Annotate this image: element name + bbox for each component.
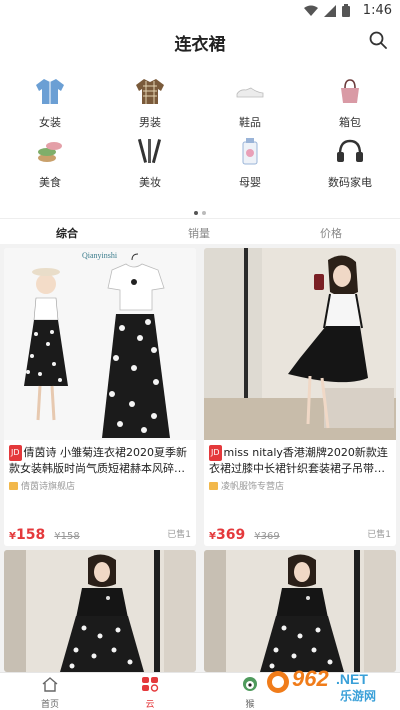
- site-watermark: 962 .NET 乐游网: [264, 660, 396, 704]
- wifi-icon: [304, 5, 318, 16]
- category-grid: 女装 男装 鞋品 箱包 美食 美妆 母婴 数码家电: [0, 58, 400, 218]
- category-food[interactable]: 美食: [0, 136, 100, 194]
- currency-symbol: ¥: [9, 531, 16, 542]
- category-bags[interactable]: 箱包: [300, 76, 400, 134]
- shop-icon: [9, 482, 18, 490]
- status-bar: 1:46: [0, 0, 400, 22]
- category-shoes[interactable]: 鞋品: [200, 76, 300, 134]
- watermark-number: 962: [292, 666, 329, 691]
- jd-badge: JD: [209, 445, 222, 461]
- product-title: JD miss nitaly香港潮牌2020新款连衣裙过膝中长裙针织套装裙子吊带…: [204, 440, 396, 477]
- category-label: 美食: [39, 176, 61, 189]
- sort-price[interactable]: 价格: [320, 225, 342, 241]
- product-image: Qianyinshi: [4, 248, 196, 440]
- product-title-text: miss nitaly香港潮牌2020新款连衣裙过膝中长裙针织套装裙子吊带…: [209, 446, 388, 475]
- headphones-icon: [337, 139, 363, 162]
- category-label: 女装: [39, 116, 61, 129]
- price-value: 158: [15, 527, 46, 543]
- home-icon: [42, 677, 58, 692]
- sold-count: 已售1: [167, 530, 191, 540]
- category-makeup[interactable]: 美妆: [100, 136, 200, 194]
- shoe-icon: [236, 87, 264, 98]
- original-price: ¥158: [54, 531, 80, 542]
- shop-label: 倩茵诗旗舰店: [21, 482, 76, 492]
- shop-label: 凌帆服饰专营店: [221, 482, 285, 492]
- product-card[interactable]: [4, 550, 196, 672]
- sort-sales[interactable]: 销量: [188, 225, 210, 241]
- category-label: 数码家电: [328, 176, 372, 189]
- shop-name: 凌帆服饰专营店: [204, 477, 396, 495]
- pager-dot[interactable]: [194, 211, 198, 215]
- currency-symbol: ¥: [209, 531, 216, 542]
- price-value: 369: [215, 527, 246, 543]
- image-watermark: Qianyinshi: [82, 251, 118, 260]
- shop-icon: [209, 482, 218, 490]
- category-women[interactable]: 女装: [0, 76, 100, 134]
- page-title: 连衣裙: [174, 35, 226, 55]
- baby-bottle-icon: [242, 138, 258, 165]
- original-price: ¥369: [254, 531, 280, 542]
- product-card[interactable]: Qianyinshi JD 倩茵诗 小雏菊连衣裙2020夏季新款女装韩版时尚气质短…: [4, 248, 196, 546]
- shirt-icon: [136, 79, 164, 104]
- product-image: [4, 550, 196, 672]
- handbag-icon: [341, 79, 359, 103]
- tab-home[interactable]: 首页: [20, 676, 80, 710]
- category-label: 母婴: [239, 176, 261, 189]
- category-label: 鞋品: [239, 116, 261, 129]
- watermark-suffix: .NET: [336, 671, 368, 687]
- cloud-grid-icon: [142, 677, 159, 692]
- search-icon[interactable]: [368, 30, 388, 50]
- makeup-brush-icon: [137, 138, 162, 164]
- category-men[interactable]: 男装: [100, 76, 200, 134]
- product-title: JD 倩茵诗 小雏菊连衣裙2020夏季新款女装韩版时尚气质短裙赫本风碎…: [4, 440, 196, 477]
- monkey-icon: [243, 677, 257, 691]
- signal-icon: [324, 4, 336, 17]
- status-time: 1:46: [362, 3, 392, 18]
- battery-icon: [342, 4, 350, 17]
- product-image: [204, 248, 396, 440]
- category-pager: [0, 200, 400, 219]
- category-baby[interactable]: 母婴: [200, 136, 300, 194]
- jd-badge: JD: [9, 445, 22, 461]
- category-electronics[interactable]: 数码家电: [300, 136, 400, 194]
- sort-composite[interactable]: 综合: [56, 225, 78, 241]
- macaron-icon: [38, 142, 62, 162]
- sold-count: 已售1: [367, 530, 391, 540]
- product-image: [204, 550, 396, 672]
- product-card[interactable]: [204, 550, 396, 672]
- price-row: ¥158 ¥158 已售1: [9, 524, 191, 543]
- price-row: ¥369 ¥369 已售1: [209, 524, 391, 543]
- shop-name: 倩茵诗旗舰店: [4, 477, 196, 495]
- category-label: 男装: [139, 116, 161, 129]
- tab-cloud[interactable]: 云: [120, 676, 180, 710]
- category-label: 美妆: [139, 176, 161, 189]
- status-icons: [304, 4, 350, 17]
- product-card[interactable]: JD miss nitaly香港潮牌2020新款连衣裙过膝中长裙针织套装裙子吊带……: [204, 248, 396, 546]
- app-header: 连衣裙: [0, 22, 400, 58]
- price: ¥158: [9, 527, 45, 543]
- tab-label: 云: [145, 700, 155, 710]
- price: ¥369: [209, 527, 245, 543]
- category-label: 箱包: [339, 116, 361, 129]
- pager-dot[interactable]: [202, 211, 206, 215]
- jacket-icon: [36, 79, 64, 104]
- watermark-sub: 乐游网: [340, 688, 376, 703]
- product-title-text: 倩茵诗 小雏菊连衣裙2020夏季新款女装韩版时尚气质短裙赫本风碎…: [9, 446, 188, 475]
- sort-bar: 综合 销量 价格: [0, 218, 400, 244]
- tab-label: 首页: [40, 700, 59, 710]
